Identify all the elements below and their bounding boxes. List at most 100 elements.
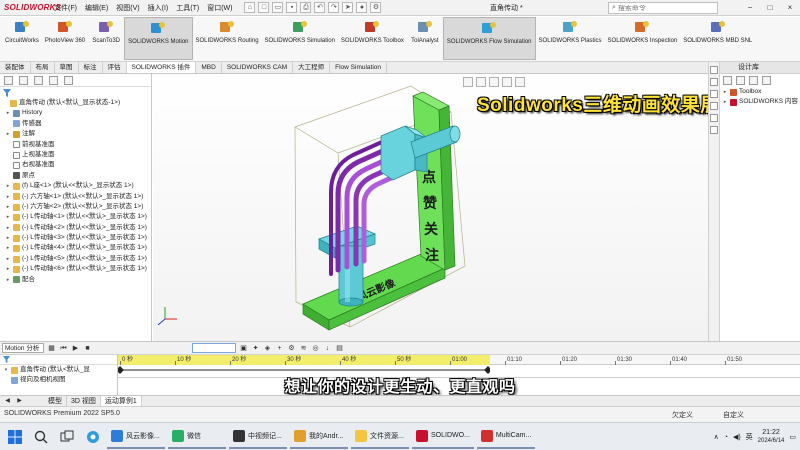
tree-item[interactable]: 右视基准面: [0, 160, 151, 170]
results-icon[interactable]: ▤: [335, 344, 344, 353]
gravity-icon[interactable]: ↓: [323, 344, 332, 353]
play-icon[interactable]: ▶: [71, 344, 80, 353]
graphics-viewport[interactable]: 点 赞 关 注 风云影像 Solidworks三维动画效果: [153, 74, 708, 341]
tab-scroll-right-icon[interactable]: ▶: [15, 397, 24, 406]
tab-item[interactable]: MBD: [196, 62, 222, 73]
expand-arrow-icon[interactable]: ▸: [5, 129, 11, 139]
tree-filter[interactable]: [0, 87, 151, 98]
menu-item[interactable]: 编辑(E): [81, 3, 112, 13]
tree-item[interactable]: 上视基准面: [0, 150, 151, 160]
tree-item[interactable]: ▸ (-) 六方轴<1> (默认<<默认>_显示状态 1>): [0, 192, 151, 202]
spring-icon[interactable]: ≋: [299, 344, 308, 353]
display-style-icon[interactable]: [515, 77, 525, 87]
autokey-icon[interactable]: ◈: [263, 344, 272, 353]
play-from-start-icon[interactable]: ⏮: [59, 344, 68, 353]
bottom-tab[interactable]: 模型: [44, 395, 67, 407]
filter-icon[interactable]: [3, 356, 10, 363]
tab-item[interactable]: 标注: [79, 62, 103, 73]
rebuild-icon[interactable]: ●: [356, 2, 368, 13]
tree-item[interactable]: ▸ (-) L传动轴<3> (默认<<默认>_显示状态 1>): [0, 233, 151, 243]
tree-item[interactable]: ▸ (f) L座<1> (默认<<默认>_显示状态 1>): [0, 181, 151, 191]
design-library-item[interactable]: ▸ Toolbox: [720, 87, 800, 97]
taskbar-app[interactable]: 文件资源...: [351, 425, 409, 449]
taskbar-app[interactable]: 微信: [168, 425, 226, 449]
zoom-area-icon[interactable]: [476, 77, 486, 87]
units-status[interactable]: 自定义: [723, 410, 744, 420]
network-icon[interactable]: ◔: [724, 434, 728, 441]
back-icon[interactable]: [723, 76, 732, 85]
menu-item[interactable]: 文件(F): [50, 3, 81, 13]
expand-arrow-icon[interactable]: ▸: [5, 223, 11, 233]
search-icon[interactable]: [30, 426, 52, 448]
property-manager-tab-icon[interactable]: [19, 75, 28, 85]
input-language[interactable]: 英: [746, 432, 753, 442]
tree-item[interactable]: 直角传动 (默认<默认_显示状态-1>): [0, 98, 151, 108]
playback-speed-field[interactable]: [192, 343, 236, 353]
taskbar-app[interactable]: 中视频记...: [229, 425, 287, 449]
tree-item[interactable]: 前视基准面: [0, 140, 151, 150]
select-icon[interactable]: ➤: [342, 2, 354, 13]
close-button[interactable]: ×: [780, 0, 800, 16]
section-view-icon[interactable]: [489, 77, 499, 87]
options-icon[interactable]: ⚙: [370, 2, 382, 13]
clock[interactable]: 21:22 2024/6/14: [758, 428, 785, 446]
undo-icon[interactable]: ↶: [314, 2, 326, 13]
taskbar-app[interactable]: SOLIDWO...: [412, 425, 474, 449]
taskbar-app[interactable]: 风云影像...: [107, 425, 165, 449]
bottom-tab[interactable]: 3D 视图: [67, 395, 101, 407]
tab-scroll-left-icon[interactable]: ◀: [3, 397, 12, 406]
toolbar-button-inspection[interactable]: SOLIDWORKS Inspection: [605, 17, 681, 60]
tab-item[interactable]: Flow Simulation: [330, 62, 388, 73]
resources-tab-icon[interactable]: [710, 66, 718, 74]
toolbar-button-motion[interactable]: SOLIDWORKS Motion: [124, 17, 193, 60]
expand-arrow-icon[interactable]: ▸: [5, 243, 11, 253]
expand-arrow-icon[interactable]: ▸: [722, 87, 728, 97]
print-icon[interactable]: ⎙: [300, 2, 312, 13]
bottom-tab[interactable]: 运动算例1: [100, 395, 142, 407]
task-view-icon[interactable]: [56, 426, 78, 448]
tab-item[interactable]: 布局: [31, 62, 55, 73]
toolbar-button-toolbox[interactable]: SOLIDWORKS Toolbox: [338, 17, 407, 60]
browser-icon[interactable]: [82, 426, 104, 448]
filter-icon[interactable]: [3, 88, 11, 97]
expand-arrow-icon[interactable]: ▸: [5, 108, 11, 118]
home-icon[interactable]: ⌂: [244, 2, 256, 13]
expand-arrow-icon[interactable]: ▸: [5, 264, 11, 274]
tree-item[interactable]: ▸ (-) L传动轴<5> (默认<<默认>_显示状态 1>): [0, 254, 151, 264]
expand-arrow-icon[interactable]: ▸: [5, 254, 11, 264]
open-file-icon[interactable]: ▭: [272, 2, 284, 13]
tray-expand-icon[interactable]: ∧: [714, 433, 719, 441]
toolbar-button-circuitworks[interactable]: CircuitWorks: [2, 17, 42, 60]
dimxpert-tab-icon[interactable]: [49, 75, 58, 85]
contact-icon[interactable]: ◎: [311, 344, 320, 353]
view-palette-tab-icon[interactable]: [710, 102, 718, 110]
view-orientation-icon[interactable]: [502, 77, 512, 87]
tree-item[interactable]: 原点: [0, 171, 151, 181]
tree-item[interactable]: ▸ (-) L传动轴<6> (默认<<默认>_显示状态 1>): [0, 264, 151, 274]
expand-arrow-icon[interactable]: ▸: [5, 275, 11, 285]
appearances-tab-icon[interactable]: [710, 114, 718, 122]
design-library-item[interactable]: ▸ SOLIDWORKS 内容: [720, 97, 800, 107]
search-input[interactable]: [617, 4, 708, 12]
tree-item[interactable]: ▸ (-) L传动轴<4> (默认<<默认>_显示状态 1>): [0, 243, 151, 253]
feature-tree-tab-icon[interactable]: [4, 75, 13, 85]
stop-icon[interactable]: ■: [83, 344, 92, 353]
display-tab-icon[interactable]: [64, 75, 73, 85]
volume-icon[interactable]: ◀): [733, 433, 741, 441]
design-library-tab-icon[interactable]: [710, 78, 718, 86]
toolbar-button-mbd[interactable]: SOLIDWORKS MBD SNL: [680, 17, 755, 60]
zoom-to-fit-icon[interactable]: [463, 77, 473, 87]
minimize-button[interactable]: −: [740, 0, 760, 16]
toolbar-button-simulation[interactable]: SOLIDWORKS Simulation: [262, 17, 338, 60]
windows-start-icon[interactable]: [4, 426, 26, 448]
save-animation-icon[interactable]: ▣: [239, 344, 248, 353]
expand-arrow-icon[interactable]: ▸: [5, 192, 11, 202]
expand-arrow-icon[interactable]: ▸: [722, 97, 728, 107]
tree-item[interactable]: ▸ (-) L传动轴<1> (默认<<默认>_显示状态 1>): [0, 212, 151, 222]
toolbar-button-flow-simulation[interactable]: SOLIDWORKS Flow Simulation: [442, 17, 536, 60]
file-explorer-tab-icon[interactable]: [710, 90, 718, 98]
animation-wizard-icon[interactable]: ✦: [251, 344, 260, 353]
toolbar-button-scanto3d[interactable]: ScanTo3D: [88, 17, 124, 60]
create-new-folder-icon[interactable]: [762, 76, 771, 85]
timeline-ruler[interactable]: 0 秒 10 秒 20 秒 30 秒 40 秒 50 秒 01:00 01:10 01:20 01…: [118, 355, 800, 365]
